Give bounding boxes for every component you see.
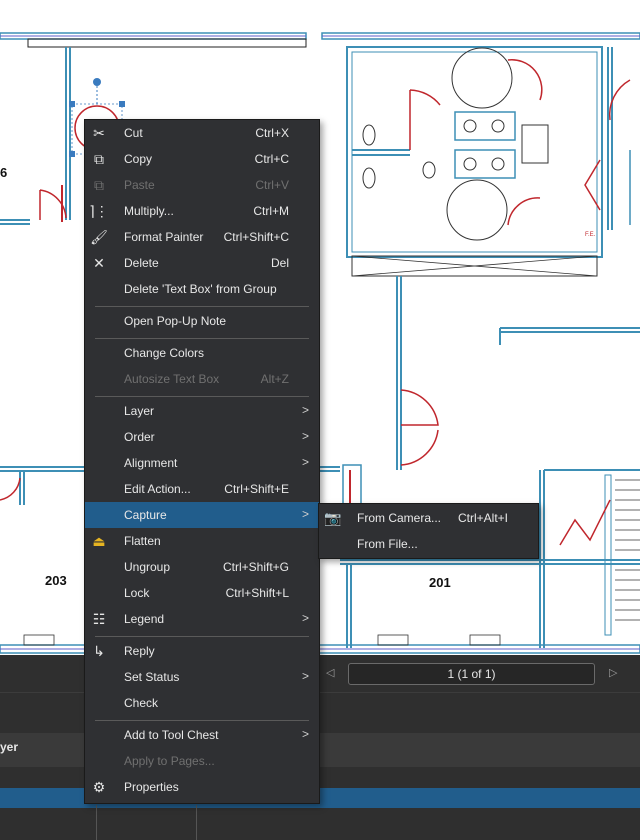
chevron-right-icon: >	[301, 403, 309, 417]
menu-item-autosize-text-box: Autosize Text Box Alt+Z	[124, 372, 289, 386]
menu-item-copy[interactable]: ⧉ Copy Ctrl+C	[85, 146, 319, 172]
close-icon: ✕	[93, 255, 105, 271]
menu-item-delete-from-group[interactable]: Delete 'Text Box' from Group	[85, 276, 319, 302]
menu-item-alignment[interactable]: Alignment >	[85, 450, 319, 476]
next-page-icon[interactable]: ▷	[609, 666, 617, 679]
context-menu: ✂ Cut Ctrl+X ⧉ Copy Ctrl+C ⧉ Paste Ctrl+…	[84, 119, 320, 804]
capture-submenu: 📷 From Camera... Ctrl+Alt+I From File...	[318, 503, 539, 559]
camera-icon: 📷	[324, 510, 342, 526]
fire-extinguisher-label: F.E.	[585, 232, 596, 238]
menu-item-edit-action[interactable]: Edit Action... Ctrl+Shift+E	[85, 476, 319, 502]
gear-icon: ⚙	[92, 779, 106, 795]
menu-item-change-colors[interactable]: Change Colors	[85, 340, 319, 366]
menu-item-legend[interactable]: ☷ Legend >	[85, 606, 319, 632]
menu-item-add-to-tool-chest[interactable]: Add to Tool Chest >	[85, 722, 319, 748]
room-label: 6	[0, 165, 8, 180]
chevron-right-icon: >	[301, 669, 309, 683]
submenu-item-from-camera[interactable]: 📷 From Camera... Ctrl+Alt+I	[319, 505, 538, 531]
menu-item-reply[interactable]: ↳ Reply	[85, 638, 319, 664]
chevron-right-icon: >	[301, 727, 309, 741]
menu-item-order[interactable]: Order >	[85, 424, 319, 450]
menu-separator	[95, 720, 309, 721]
menu-separator	[95, 396, 309, 397]
room-label: 203	[45, 573, 67, 588]
menu-item-format-painter[interactable]: 🖌 Format Painter Ctrl+Shift+C	[85, 224, 319, 250]
scissors-icon: ✂	[93, 125, 105, 141]
menu-separator	[95, 338, 309, 339]
menu-item-check[interactable]: Check	[85, 690, 319, 716]
menu-item-ungroup[interactable]: Ungroup Ctrl+Shift+G	[85, 554, 319, 580]
room-label: 201	[429, 575, 451, 590]
menu-item-capture[interactable]: Capture >	[85, 502, 319, 528]
menu-item-paste: ⧉ Paste Ctrl+V	[85, 172, 319, 198]
column-divider	[196, 805, 197, 840]
page-indicator[interactable]: 1 (1 of 1)	[348, 663, 595, 685]
menu-item-cut[interactable]: ✂ Cut Ctrl+X	[85, 120, 319, 146]
menu-item-open-popup-note[interactable]: Open Pop-Up Note	[85, 308, 319, 334]
column-divider	[96, 805, 97, 840]
menu-item-properties[interactable]: ⚙ Properties	[85, 774, 319, 800]
paste-icon: ⧉	[94, 177, 104, 193]
menu-item-apply-to-pages: Apply to Pages...	[124, 754, 215, 768]
chevron-right-icon: >	[301, 455, 309, 469]
chevron-right-icon: >	[301, 611, 309, 625]
menu-item-delete[interactable]: ✕ Delete Del	[85, 250, 319, 276]
reply-icon: ↳	[93, 643, 105, 659]
previous-page-icon[interactable]: ◁	[326, 666, 334, 679]
menu-separator	[95, 636, 309, 637]
submenu-item-from-file[interactable]: From File...	[319, 531, 538, 557]
menu-item-multiply[interactable]: ⌉⋮ Multiply... Ctrl+M	[85, 198, 319, 224]
flatten-icon: ⏏	[92, 533, 106, 549]
legend-icon: ☷	[92, 611, 106, 627]
menu-item-flatten[interactable]: ⏏ Flatten	[85, 528, 319, 554]
multiply-icon: ⌉⋮	[89, 203, 109, 219]
paintbrush-icon: 🖌	[90, 229, 108, 245]
menu-item-lock[interactable]: Lock Ctrl+Shift+L	[85, 580, 319, 606]
copy-icon: ⧉	[94, 151, 104, 167]
menu-item-set-status[interactable]: Set Status >	[85, 664, 319, 690]
menu-item-layer[interactable]: Layer >	[85, 398, 319, 424]
chevron-right-icon: >	[301, 429, 309, 443]
chevron-right-icon: >	[301, 507, 309, 521]
menu-separator	[95, 306, 309, 307]
column-header-layer[interactable]: yer	[0, 740, 18, 754]
